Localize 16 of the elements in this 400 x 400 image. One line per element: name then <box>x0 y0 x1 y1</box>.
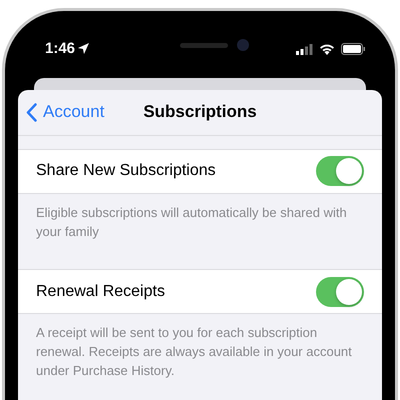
setting-label: Share New Subscriptions <box>36 162 216 180</box>
toggle-switch[interactable] <box>316 276 364 306</box>
setting-label: Renewal Receipts <box>36 282 165 300</box>
back-button[interactable]: Account <box>18 102 104 122</box>
speaker-grille <box>180 43 228 48</box>
toggle-switch[interactable] <box>316 156 364 186</box>
setting-description: Eligible subscriptions will automatically be shared with your family <box>35 204 348 241</box>
camera-icon <box>237 39 249 51</box>
wifi-icon <box>319 43 335 55</box>
setting-description: A receipt will be sent to you for each subscription renewal. Receipts are always available in your account under Purchase History. <box>35 324 353 380</box>
signal-icon <box>296 44 313 54</box>
chevron-icon <box>26 102 37 122</box>
location-arrow-icon <box>78 43 90 54</box>
status-time: 1:46 <box>45 40 76 57</box>
screen-title: Subscriptions <box>143 102 257 122</box>
battery-icon <box>341 43 366 55</box>
